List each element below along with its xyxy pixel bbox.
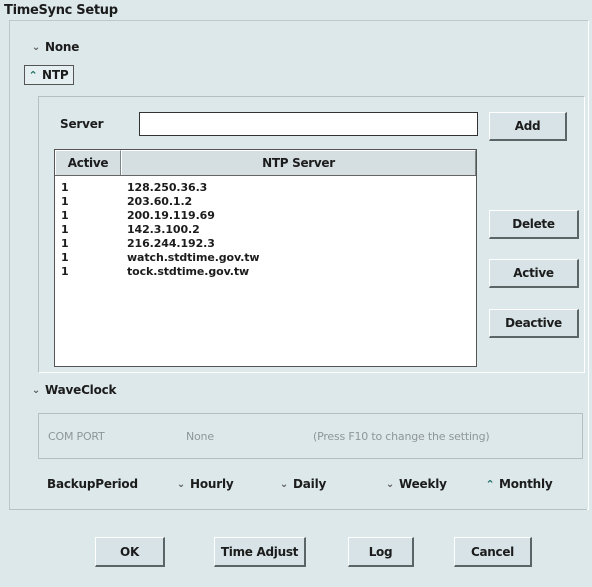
com-port-hint: (Press F10 to change the setting)	[313, 430, 490, 443]
cell-host: tock.stdtime.gov.tw	[127, 265, 250, 278]
radio-waveclock[interactable]: ⌄ WaveClock	[30, 383, 117, 397]
cell-active: 1	[61, 209, 69, 222]
radio-off-icon: ⌄	[385, 478, 395, 490]
table-row[interactable]: 1 216.244.192.3	[55, 237, 476, 251]
cell-host: 142.3.100.2	[127, 223, 200, 236]
radio-none[interactable]: ⌄ None	[30, 40, 79, 54]
cancel-button[interactable]: Cancel	[454, 537, 532, 567]
table-row[interactable]: 1 128.250.36.3	[55, 181, 476, 195]
radio-hourly[interactable]: ⌄ Hourly	[175, 477, 234, 491]
active-button[interactable]: Active	[489, 259, 579, 288]
ok-button[interactable]: OK	[95, 537, 165, 567]
cell-host: 216.244.192.3	[127, 237, 215, 250]
cell-host: 200.19.119.69	[127, 209, 215, 222]
backup-period-label: BackupPeriod	[47, 477, 138, 491]
radio-hourly-label: Hourly	[190, 477, 234, 491]
radio-off-icon: ⌄	[31, 41, 41, 53]
table-row[interactable]: 1 watch.stdtime.gov.tw	[55, 251, 476, 265]
radio-daily-label: Daily	[293, 477, 327, 491]
footer-divider	[9, 509, 587, 510]
cell-active: 1	[61, 251, 69, 264]
radio-monthly[interactable]: ⌃ Monthly	[484, 477, 553, 491]
radio-none-label: None	[45, 40, 80, 54]
window-title: TimeSync Setup	[4, 3, 118, 18]
cell-active: 1	[61, 195, 69, 208]
radio-on-icon: ⌃	[485, 477, 495, 491]
server-input[interactable]	[139, 112, 478, 136]
radio-off-icon: ⌄	[176, 478, 186, 490]
cell-active: 1	[61, 223, 69, 236]
com-port-label: COM PORT	[48, 430, 105, 443]
radio-ntp[interactable]: ⌃ NTP	[24, 65, 75, 85]
list-header: Active NTP Server	[55, 150, 476, 176]
radio-off-icon: ⌄	[279, 478, 289, 490]
ntp-server-list[interactable]: Active NTP Server 1 128.250.36.3 1 203.60.…	[54, 149, 477, 367]
column-header-active[interactable]: Active	[55, 150, 121, 175]
waveclock-group	[38, 413, 583, 459]
table-row[interactable]: 1 tock.stdtime.gov.tw	[55, 265, 476, 279]
table-row[interactable]: 1 203.60.1.2	[55, 195, 476, 209]
com-port-value: None	[186, 430, 214, 443]
cell-active: 1	[61, 265, 69, 278]
cell-host: 203.60.1.2	[127, 195, 193, 208]
delete-button[interactable]: Delete	[489, 210, 579, 239]
log-button[interactable]: Log	[348, 537, 414, 567]
radio-waveclock-label: WaveClock	[45, 383, 117, 397]
radio-monthly-label: Monthly	[499, 477, 553, 491]
radio-daily[interactable]: ⌄ Daily	[278, 477, 326, 491]
table-row[interactable]: 1 200.19.119.69	[55, 209, 476, 223]
server-label: Server	[60, 117, 104, 131]
radio-ntp-label: NTP	[42, 68, 69, 82]
radio-off-icon: ⌄	[31, 384, 41, 396]
cell-active: 1	[61, 237, 69, 250]
deactive-button[interactable]: Deactive	[489, 309, 579, 338]
cell-active: 1	[61, 181, 69, 194]
column-header-ntp-server[interactable]: NTP Server	[121, 150, 476, 175]
table-row[interactable]: 1 142.3.100.2	[55, 223, 476, 237]
radio-weekly-label: Weekly	[399, 477, 447, 491]
add-button[interactable]: Add	[489, 112, 567, 141]
cell-host: 128.250.36.3	[127, 181, 208, 194]
time-adjust-button[interactable]: Time Adjust	[214, 537, 306, 567]
radio-weekly[interactable]: ⌄ Weekly	[384, 477, 447, 491]
cell-host: watch.stdtime.gov.tw	[127, 251, 260, 264]
radio-on-icon: ⌃	[28, 68, 38, 82]
